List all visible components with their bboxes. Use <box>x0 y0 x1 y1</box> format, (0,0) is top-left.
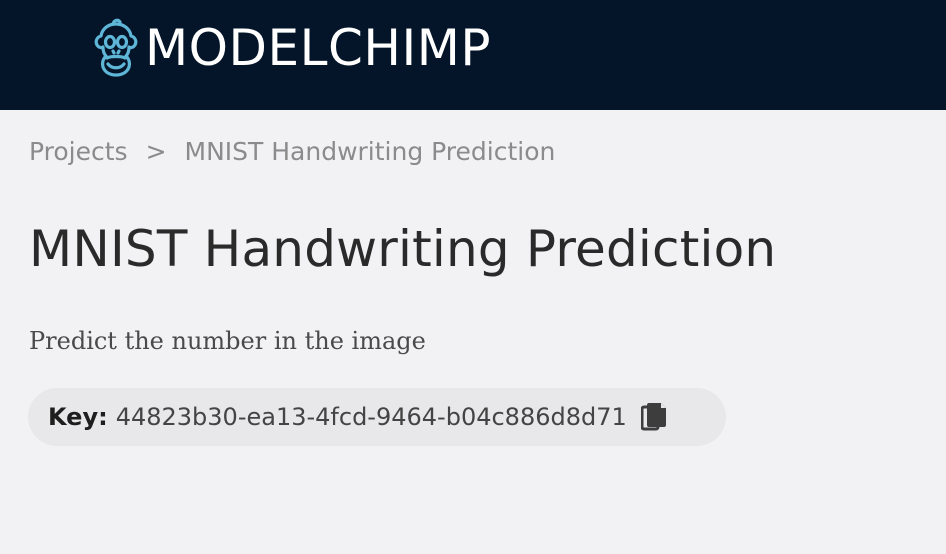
logo-text: MODELCHIMP <box>145 19 491 77</box>
breadcrumb: Projects > MNIST Handwriting Prediction <box>29 137 555 166</box>
top-navbar: MODELCHIMP <box>0 0 946 110</box>
logo-link[interactable]: MODELCHIMP <box>93 16 491 80</box>
project-key-pill: Key: 44823b30-ea13-4fcd-9464-b04c886d8d7… <box>28 388 726 446</box>
project-description: Predict the number in the image <box>29 327 426 355</box>
copy-icon[interactable] <box>640 402 667 432</box>
breadcrumb-separator: > <box>145 137 167 166</box>
breadcrumb-item-current: MNIST Handwriting Prediction <box>184 137 556 166</box>
page-title: MNIST Handwriting Prediction <box>29 220 777 278</box>
main-content: Projects > MNIST Handwriting Prediction … <box>0 110 946 554</box>
key-value: 44823b30-ea13-4fcd-9464-b04c886d8d71 <box>115 403 627 431</box>
key-label: Key: <box>48 403 108 431</box>
breadcrumb-item-projects[interactable]: Projects <box>29 137 128 166</box>
chimp-face-icon <box>94 18 138 77</box>
